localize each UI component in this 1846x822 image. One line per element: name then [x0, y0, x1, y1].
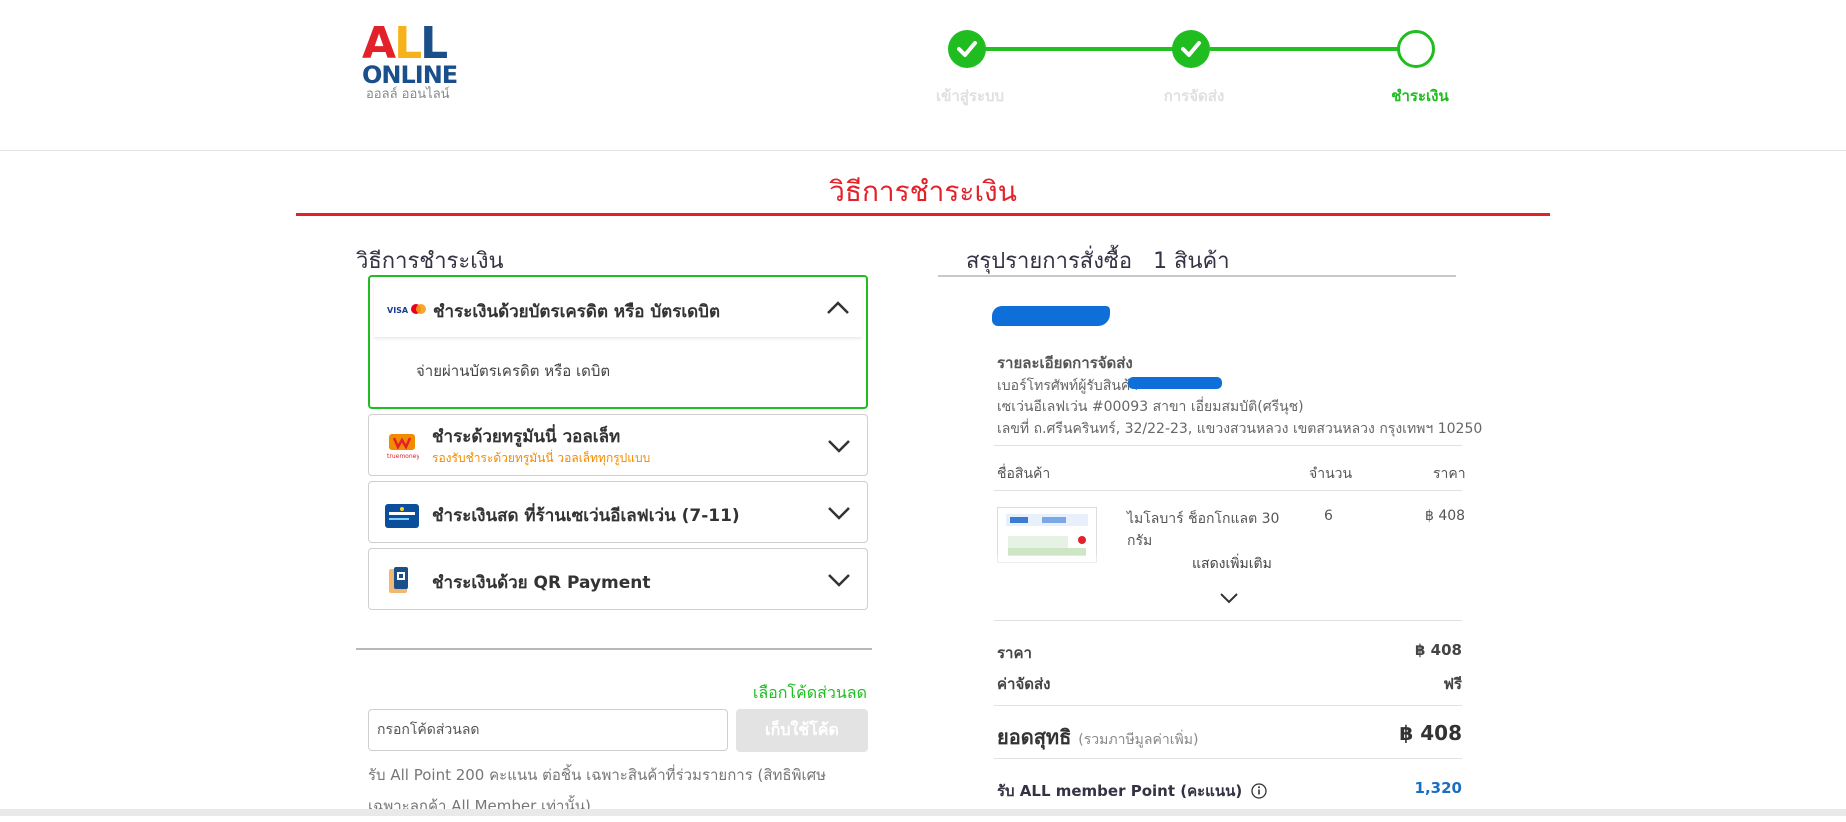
visa-mastercard-icon: VISA [386, 297, 426, 321]
payment-option-truemoney-sub: รองรับชำระด้วยทรูมันนี่ วอลเล็ททุกรูปแบบ [432, 451, 651, 465]
net-total-label: ยอดสุทธิ (รวมภาษีมูลค่าเพิ่ม) [997, 721, 1198, 753]
price-label: ราคา [997, 644, 1032, 662]
qr-payment-icon [385, 565, 415, 595]
chevron-down-icon[interactable] [1219, 592, 1239, 604]
apply-coupon-button[interactable]: เก็บใช้โค้ด [736, 709, 868, 752]
divider [994, 445, 1462, 446]
info-icon[interactable] [1251, 783, 1268, 799]
top-header: ALL ONLINE ออลล์ ออนไลน์ เข้าสู่ระบบ การ… [0, 0, 1846, 151]
chevron-down-icon[interactable] [827, 506, 851, 520]
payment-option-711[interactable]: ชำระเงินสด ที่ร้านเซเว่นอีเลฟเว่น (7-11) [368, 481, 868, 543]
summary-heading: สรุปรายการสั่งซื้อ 1 สินค้า [966, 243, 1230, 278]
store-branch: เซเว่นอีเลฟเว่น #00093 สาขา เอี่ยมสมบัติ… [997, 399, 1304, 415]
step-label-payment: ชำระเงิน [1391, 87, 1449, 105]
divider [994, 490, 1462, 491]
payment-option-card-header[interactable]: VISA ชำระเงินด้วยบัตรเครดิต หรือ บัตรเดบ… [374, 281, 862, 338]
page-title: วิธีการชำระเงิน [829, 175, 1017, 208]
step-connector-1 [985, 47, 1190, 51]
truemoney-wallet-icon: truemoney [385, 433, 420, 460]
coupon-input[interactable] [368, 709, 728, 751]
payment-option-qr[interactable]: ชำระเงินด้วย QR Payment [368, 548, 868, 610]
shipping-details-title: รายละเอียดการจัดส่ง [997, 354, 1133, 372]
shipping-fee-value: ฟรี [1443, 675, 1462, 693]
col-product-name: ชื่อสินค้า [997, 466, 1051, 482]
chevron-down-icon[interactable] [827, 573, 851, 587]
select-coupon-link[interactable]: เลือกโค้ดส่วนลด [740, 681, 867, 706]
counter-service-icon [385, 504, 419, 528]
member-point-label: รับ ALL member Point (คะแนน) [997, 779, 1268, 803]
chevron-down-icon[interactable] [827, 439, 851, 453]
net-total-value: ฿ 408 [1399, 721, 1462, 745]
show-more-link[interactable]: แสดงเพิ่มเติม [1192, 553, 1272, 575]
col-price: ราคา [1433, 466, 1466, 482]
shipping-fee-label: ค่าจัดส่ง [997, 675, 1051, 693]
recipient-phone-label: เบอร์โทรศัพท์ผู้รับสินค้า [997, 378, 1139, 394]
payment-option-truemoney[interactable]: truemoney ชำระด้วยทรูมันนี่ วอลเล็ท รองร… [368, 414, 868, 476]
product-name-line2: กรัม [1127, 533, 1153, 549]
payment-heading: วิธีการชำระเงิน [356, 249, 504, 274]
step-label-login: เข้าสู่ระบบ [935, 87, 1005, 105]
payment-option-qr-label: ชำระเงินด้วย QR Payment [432, 573, 651, 593]
vat-note: (รวมภาษีมูลค่าเพิ่ม) [1078, 732, 1199, 748]
svg-text:VISA: VISA [387, 306, 409, 315]
summary-heading-label: สรุปรายการสั่งซื้อ [966, 249, 1133, 274]
member-point-text: รับ ALL member Point (คะแนน) [997, 782, 1243, 800]
payment-option-card[interactable]: VISA ชำระเงินด้วยบัตรเครดิต หรือ บัตรเดบ… [368, 275, 868, 409]
all-online-logo[interactable]: ALL ONLINE ออลล์ ออนไลน์ [362, 22, 462, 104]
product-name: ไมโลบาร์ ช็อกโกแลต 30 [1127, 511, 1280, 527]
step-3-current-icon [1397, 30, 1435, 68]
redacted-recipient-name [992, 306, 1110, 326]
redacted-phone [1128, 377, 1222, 389]
member-point-value: 1,320 [1414, 779, 1462, 797]
svg-text:truemoney: truemoney [387, 453, 419, 460]
step-2-done-icon [1172, 30, 1210, 68]
step-connector-2 [1210, 47, 1415, 51]
page-bottom-edge [0, 809, 1846, 816]
product-quantity: 6 [1324, 508, 1333, 524]
left-divider [356, 648, 872, 650]
summary-divider [938, 275, 1456, 277]
payment-option-711-label: ชำระเงินสด ที่ร้านเซเว่นอีเลฟเว่น (7-11) [432, 506, 740, 526]
divider [994, 758, 1462, 759]
divider [994, 620, 1462, 621]
payment-option-card-body: จ่ายผ่านบัตรเครดิต หรือ เดบิต [416, 362, 611, 380]
title-underline [296, 213, 1550, 216]
payment-option-truemoney-label: ชำระด้วยทรูมันนี่ วอลเล็ท [432, 427, 621, 447]
store-address: เลขที่ ถ.ศรีนครินทร์, 32/22-23, แขวงสวนห… [997, 421, 1483, 437]
payment-option-card-label: ชำระเงินด้วยบัตรเครดิต หรือ บัตรเดบิต [433, 302, 721, 322]
step-label-shipping: การจัดส่ง [1163, 87, 1225, 105]
product-price: ฿ 408 [1425, 508, 1466, 524]
price-value: ฿ 408 [1415, 641, 1462, 659]
divider [994, 705, 1462, 706]
col-quantity: จำนวน [1309, 466, 1353, 482]
summary-item-count: 1 สินค้า [1153, 249, 1230, 274]
step-1-done-icon [948, 30, 986, 68]
chevron-up-icon[interactable] [826, 301, 850, 315]
net-total-title: ยอดสุทธิ [997, 725, 1072, 749]
logo-thai: ออลล์ ออนไลน์ [366, 87, 450, 102]
